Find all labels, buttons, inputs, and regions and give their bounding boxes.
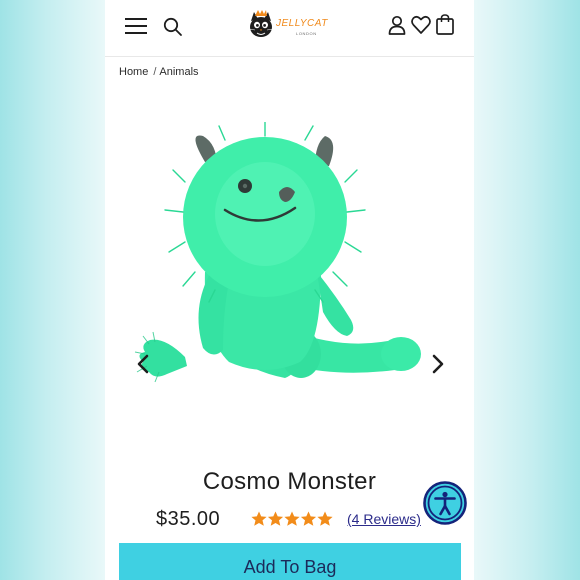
breadcrumb: Home / Animals — [119, 66, 199, 78]
bag-icon[interactable] — [436, 14, 454, 35]
page-background-left — [0, 0, 105, 580]
breadcrumb-home-link[interactable]: Home — [119, 66, 148, 78]
mobile-page: JELLYCAT LONDON Home / Animals Cosmo Mon… — [105, 0, 474, 580]
account-icon[interactable] — [388, 15, 406, 35]
heart-icon[interactable] — [411, 15, 431, 35]
breadcrumb-separator: / — [153, 66, 157, 78]
add-to-bag-button[interactable]: Add To Bag — [119, 543, 461, 580]
page-background-right — [474, 0, 580, 580]
jellycat-logo[interactable]: JELLYCAT LONDON — [246, 9, 336, 43]
product-title: Cosmo Monster — [202, 468, 377, 495]
accessibility-icon[interactable] — [423, 481, 467, 525]
brand-subtitle: LONDON — [296, 31, 317, 36]
star-icons — [251, 511, 333, 526]
cat-logo-icon — [248, 10, 274, 37]
menu-icon[interactable] — [125, 16, 147, 36]
next-image-arrow[interactable] — [430, 353, 446, 375]
rating-stars[interactable] — [251, 511, 333, 527]
breadcrumb-animals-link[interactable]: Animals — [159, 66, 198, 78]
brand-name: JELLYCAT — [276, 18, 328, 29]
product-image[interactable] — [125, 122, 455, 412]
site-header: JELLYCAT LONDON — [105, 0, 474, 57]
search-icon[interactable] — [163, 17, 183, 37]
reviews-link[interactable]: (4 Reviews) — [347, 511, 421, 527]
product-price: $35.00 — [156, 508, 221, 530]
previous-image-arrow[interactable] — [135, 353, 151, 375]
